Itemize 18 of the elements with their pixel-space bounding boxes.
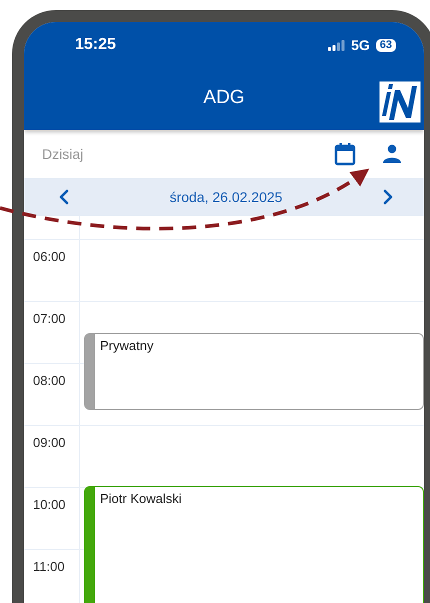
- hour-label: 06:00: [33, 249, 66, 264]
- battery-indicator: 63: [376, 38, 396, 52]
- calendar-event[interactable]: Piotr Kowalski: [84, 486, 424, 603]
- hour-label: 09:00: [33, 435, 66, 450]
- status-time: 15:25: [75, 36, 116, 54]
- next-day-icon[interactable]: [382, 189, 394, 205]
- hour-label: 10:00: [33, 497, 66, 512]
- calendar-icon[interactable]: [334, 142, 356, 166]
- hour-label: 07:00: [33, 311, 66, 326]
- hour-label: 08:00: [33, 373, 66, 388]
- signal-icon: [328, 40, 346, 50]
- calendar-event[interactable]: Prywatny: [84, 333, 424, 410]
- network-label: 5G: [351, 37, 370, 53]
- current-date: środa, 26.02.2025: [170, 189, 282, 205]
- hour-label: 11:00: [33, 559, 65, 574]
- app-title: ADG: [203, 87, 245, 109]
- person-icon[interactable]: [382, 144, 402, 164]
- previous-day-icon[interactable]: [58, 189, 70, 205]
